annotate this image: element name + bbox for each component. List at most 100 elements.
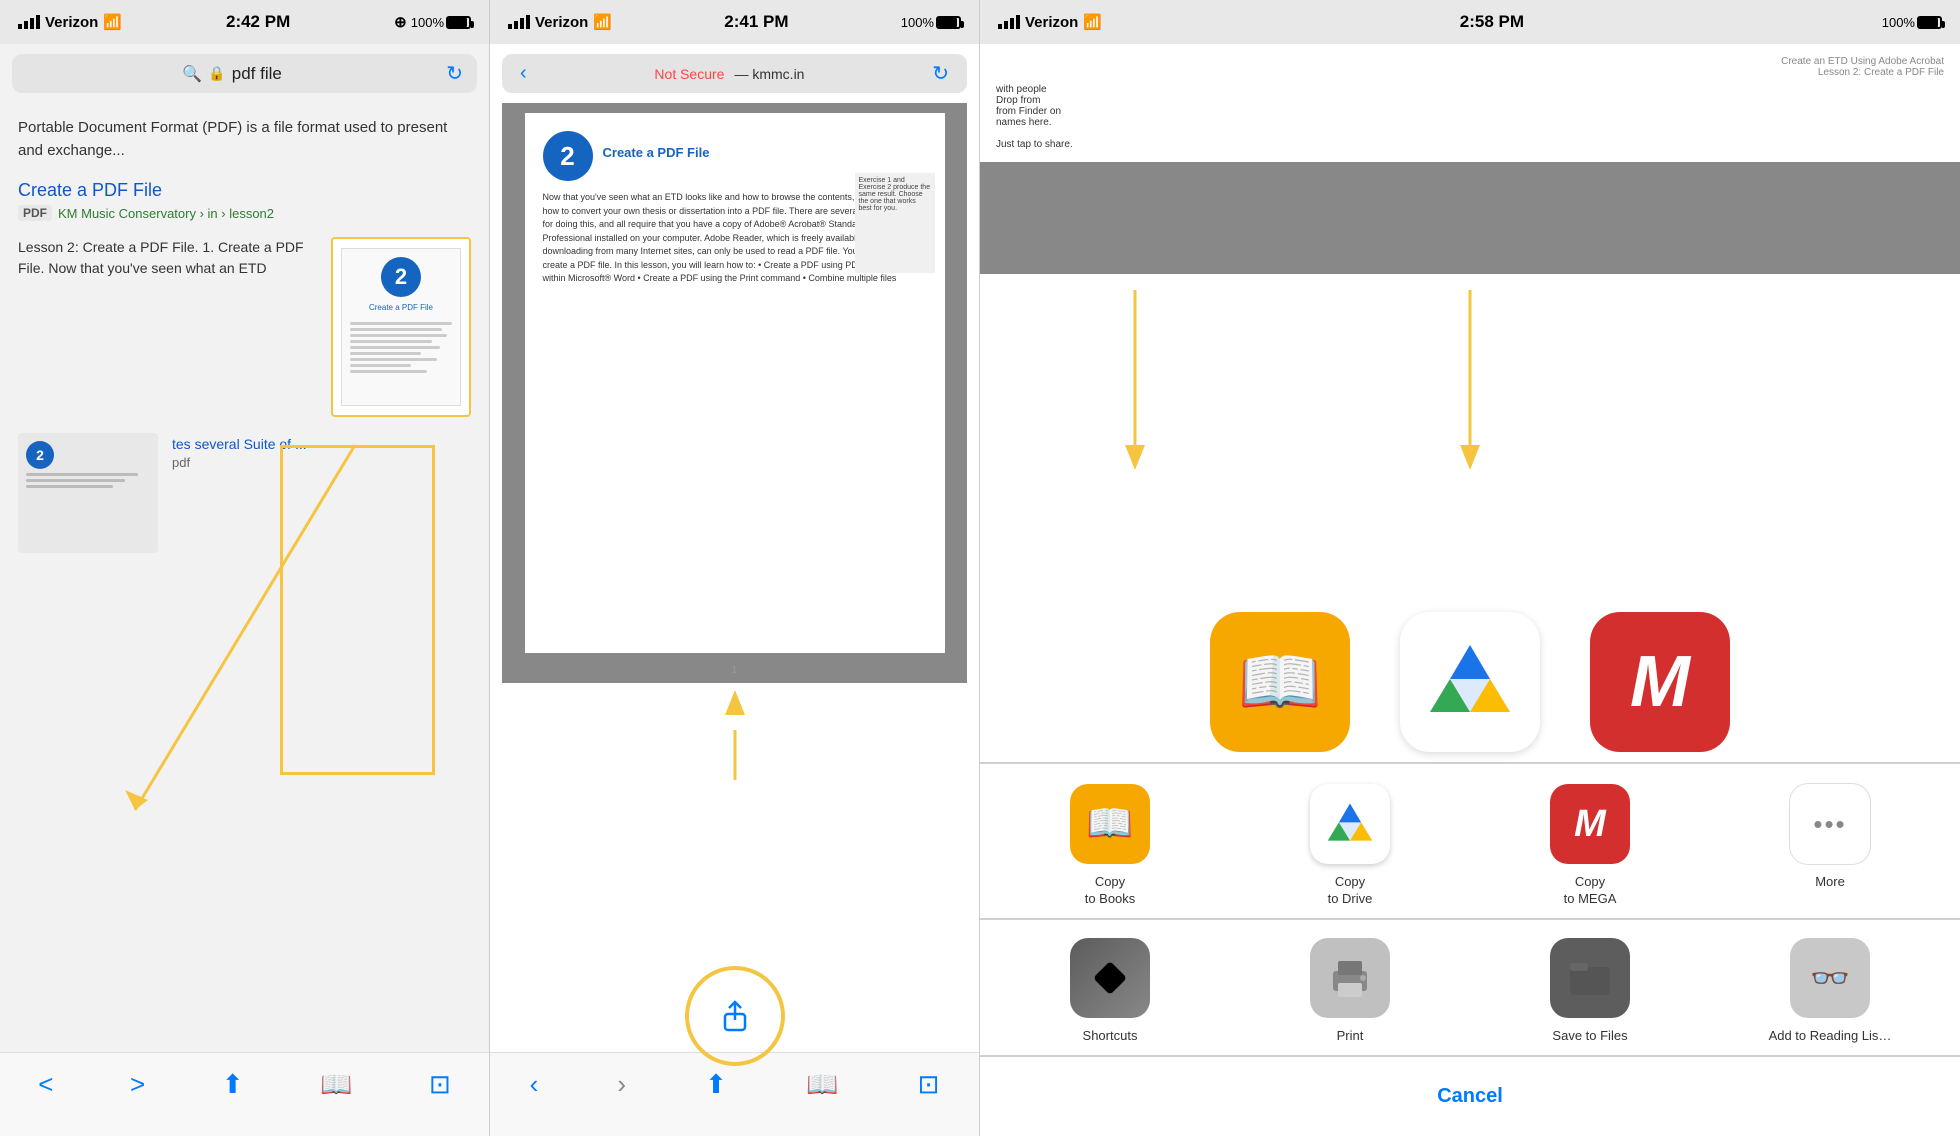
nav-share-2[interactable]: ⬆	[705, 1069, 727, 1100]
nav-back[interactable]: <	[38, 1069, 53, 1100]
signal-icon-2	[508, 15, 530, 29]
drive-app-large[interactable]	[1400, 612, 1540, 752]
nav-back-2[interactable]: ‹	[530, 1069, 539, 1100]
more-icon-small: •••	[1790, 784, 1870, 864]
status-bar-1: Verizon 📶 2:42 PM ⊕ 100%	[0, 0, 489, 44]
search-results: Portable Document Format (PDF) is a file…	[0, 103, 489, 567]
nav-share[interactable]: ⬆	[222, 1069, 244, 1100]
copy-to-mega-action[interactable]: M Copyto MEGA	[1525, 784, 1655, 908]
thumb-number: 2	[381, 257, 421, 297]
files-svg	[1565, 955, 1615, 1001]
copy-to-books-label: Copyto Books	[1085, 874, 1136, 908]
lesson-text: Lesson 2: Create a PDF File. 1. Create a…	[18, 237, 317, 417]
shortcuts-svg	[1088, 956, 1132, 1000]
more-link1[interactable]: tes several Suite of ...	[172, 433, 471, 455]
bottom-nav-1: < > ⬆ 📖 ⊡	[0, 1052, 489, 1136]
mega-icon-large: M	[1590, 612, 1730, 752]
carrier-label-3: Verizon	[1025, 14, 1078, 31]
nav-tabs[interactable]: ⊡	[429, 1069, 451, 1100]
reload-button[interactable]: ↻	[446, 61, 463, 86]
battery-indicator: 100%	[411, 15, 471, 30]
lesson-row: Lesson 2: Create a PDF File. 1. Create a…	[18, 237, 471, 417]
wifi-icon: 📶	[103, 13, 122, 31]
mega-icon-small: M	[1550, 784, 1630, 864]
add-to-reading-list-action[interactable]: 👓 Add to Reading Lis…	[1765, 938, 1895, 1045]
print-label: Print	[1337, 1028, 1364, 1045]
pdf-sidebar: Exercise 1 and Exercise 2 produce the sa…	[855, 173, 935, 273]
more-label: More	[1815, 874, 1845, 891]
signal-icon	[18, 15, 40, 29]
status-bar-3: Verizon 📶 2:58 PM 100%	[980, 0, 1960, 44]
pdf-number-badge: 2	[543, 131, 593, 181]
result-title-link[interactable]: Create a PDF File	[18, 180, 471, 201]
more-link2[interactable]: pdf	[172, 455, 471, 470]
shortcuts-action[interactable]: Shortcuts	[1045, 938, 1175, 1045]
lock-icon: 🔒	[208, 65, 225, 82]
copy-to-books-action[interactable]: 📖 Copyto Books	[1045, 784, 1175, 908]
sheet-divider-3	[980, 1055, 1960, 1057]
pdf-page-1: 2 Create a PDF File Now that you've seen…	[525, 113, 945, 653]
drive-icon-small	[1310, 784, 1390, 864]
url-bar-2[interactable]: ‹ Not Secure — kmmc.in ↻	[502, 54, 967, 93]
battery-3: 100%	[1882, 15, 1942, 30]
result-badge: PDF	[18, 205, 52, 221]
books-app-large[interactable]: 📖	[1210, 612, 1350, 752]
search-icon: 🔍	[182, 64, 202, 84]
location-icon: ⊕	[394, 13, 407, 31]
shortcuts-icon	[1070, 938, 1150, 1018]
thumb-title: Create a PDF File	[369, 303, 433, 312]
search-result-1[interactable]: Create a PDF File PDF KM Music Conservat…	[18, 180, 471, 221]
nav-bookmarks-2[interactable]: 📖	[806, 1069, 838, 1100]
share-sheet: 📖 M	[980, 592, 1960, 1136]
copy-to-mega-label: Copyto MEGA	[1564, 874, 1617, 908]
glasses-glyph: 👓	[1810, 959, 1850, 997]
share-button-2[interactable]	[705, 986, 765, 1046]
bg-pdf-content: Create an ETD Using Adobe AcrobatLesson …	[980, 44, 1960, 274]
status-bar-2: Verizon 📶 2:41 PM 100%	[490, 0, 979, 44]
reload-button-2[interactable]: ↻	[932, 61, 949, 86]
save-to-files-action[interactable]: Save to Files	[1525, 938, 1655, 1045]
print-action[interactable]: Print	[1285, 938, 1415, 1045]
copy-to-drive-action[interactable]: Copyto Drive	[1285, 784, 1415, 908]
nav-bookmarks[interactable]: 📖	[320, 1069, 352, 1100]
share-apps-large-row: 📖 M	[980, 592, 1960, 762]
pdf-page-title: Create a PDF File	[603, 145, 710, 160]
sheet-divider-2	[980, 918, 1960, 920]
cancel-button[interactable]: Cancel	[990, 1067, 1950, 1126]
books-icon-large: 📖	[1210, 612, 1350, 752]
copy-to-drive-label: Copyto Drive	[1328, 874, 1373, 908]
shortcuts-label: Shortcuts	[1083, 1028, 1138, 1045]
time-label: 2:42 PM	[226, 12, 290, 32]
add-to-reading-list-label: Add to Reading Lis…	[1769, 1028, 1892, 1045]
nav-forward-2[interactable]: ›	[617, 1069, 626, 1100]
battery-2: 100%	[901, 15, 961, 30]
pdf-viewer-2: 2 Create a PDF File Now that you've seen…	[502, 103, 967, 683]
share-icon-2	[717, 998, 753, 1034]
share-actions-row2: Shortcuts Print	[980, 922, 1960, 1055]
share-actions-row1: 📖 Copyto Books Copyto Drive	[980, 764, 1960, 918]
search-query: pdf file	[232, 64, 282, 84]
mega-small-glyph: M	[1574, 803, 1606, 846]
drive-icon-large	[1400, 612, 1540, 752]
wifi-icon-3: 📶	[1083, 13, 1102, 31]
files-icon	[1550, 938, 1630, 1018]
below-row: 2 tes several Suite of ... pdf	[18, 433, 471, 553]
more-dots-glyph: •••	[1813, 809, 1846, 840]
result-path: KM Music Conservatory › in › lesson2	[58, 206, 274, 221]
more-action[interactable]: ••• More	[1765, 784, 1895, 891]
mega-app-large[interactable]: M	[1590, 612, 1730, 752]
print-svg	[1325, 955, 1375, 1001]
drive-svg-small	[1325, 799, 1375, 849]
url-text-2: — kmmc.in	[734, 66, 804, 82]
phone3: Verizon 📶 2:58 PM 100% Not Secure — kmmc…	[980, 0, 1960, 1136]
books-small-glyph: 📖	[1086, 802, 1133, 846]
time-label-2: 2:41 PM	[724, 12, 788, 32]
wifi-icon-2: 📶	[593, 13, 612, 31]
thumbnail2: 2	[18, 433, 158, 553]
nav-tabs-2[interactable]: ⊡	[918, 1069, 940, 1100]
nav-forward[interactable]: >	[130, 1069, 145, 1100]
drive-svg-large	[1425, 637, 1515, 727]
back-button-2[interactable]: ‹	[520, 62, 527, 85]
signal-icon-3	[998, 15, 1020, 29]
search-bar[interactable]: 🔍 🔒 pdf file ↻	[12, 54, 477, 93]
